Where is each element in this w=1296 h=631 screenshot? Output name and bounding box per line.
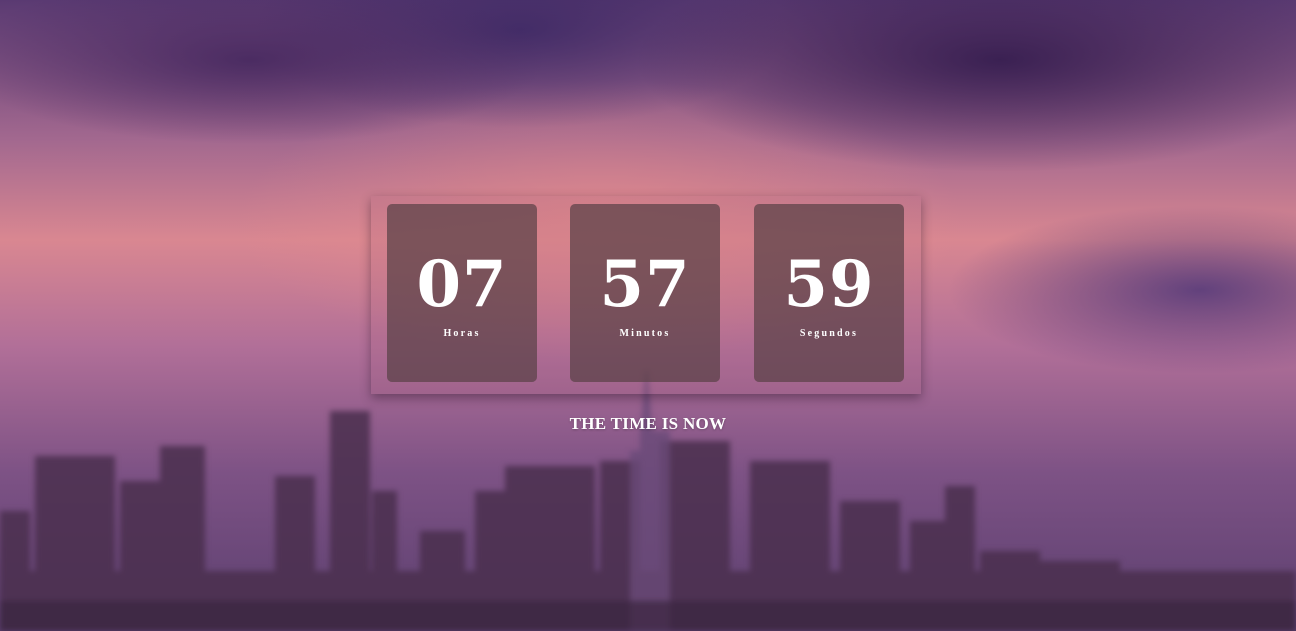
city-skyline-image [0,371,1296,631]
countdown-panel: 07 Horas 57 Minutos 59 Segundos [371,196,921,394]
minutes-value: 57 [599,247,691,322]
hours-value: 07 [416,247,508,322]
tagline: THE TIME IS NOW [569,414,727,433]
seconds-tile: 59 Segundos [754,204,904,382]
seconds-value: 59 [783,247,875,322]
hours-tile: 07 Horas [387,204,537,382]
minutes-label: Minutos [619,328,671,339]
seconds-label: Segundos [799,328,859,339]
minutes-tile: 57 Minutos [570,204,720,382]
hours-label: Horas [443,328,481,339]
